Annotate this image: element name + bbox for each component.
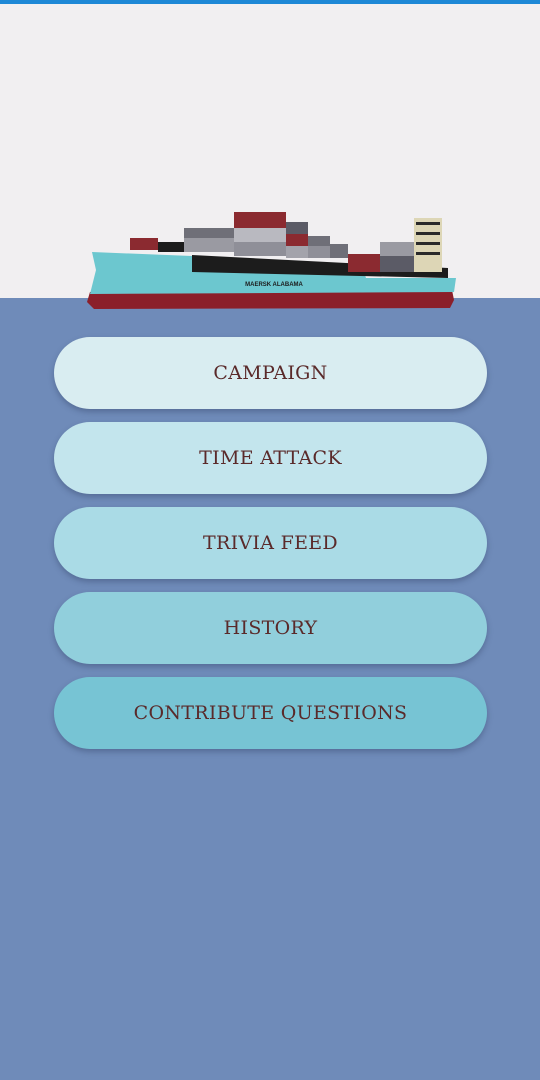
time-attack-button[interactable]: TIME ATTACK (54, 422, 487, 494)
container-ship-illustration: MAERSK ALABAMA (87, 212, 456, 309)
contribute-questions-button[interactable]: CONTRIBUTE QUESTIONS (54, 677, 487, 749)
history-button[interactable]: HISTORY (54, 592, 487, 664)
campaign-button[interactable]: CAMPAIGN (54, 337, 487, 409)
main-menu: CAMPAIGN TIME ATTACK TRIVIA FEED HISTORY… (54, 337, 487, 762)
trivia-feed-button[interactable]: TRIVIA FEED (54, 507, 487, 579)
ship-hull-name: MAERSK ALABAMA (245, 282, 303, 288)
